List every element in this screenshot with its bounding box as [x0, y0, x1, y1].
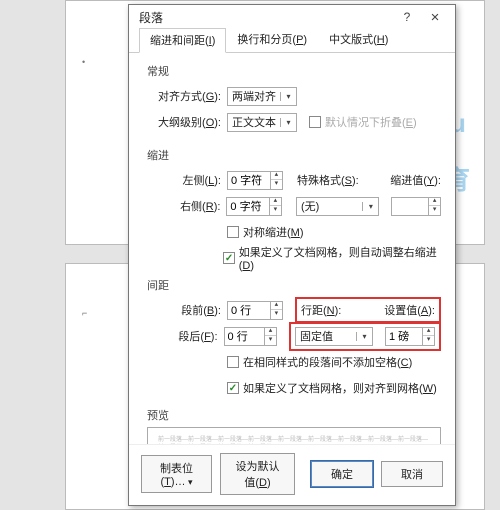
indent-right-label: 右侧(R): — [147, 198, 220, 214]
spin-up-icon[interactable]: ▴ — [271, 301, 282, 310]
spin-down-icon[interactable]: ▾ — [270, 206, 281, 215]
chevron-down-icon: ▾ — [362, 202, 378, 211]
snap-to-grid-checkbox[interactable]: 如果定义了文档网格，则对齐到网格(W) — [227, 380, 437, 396]
line-spacing-label: 行距(N): — [301, 302, 349, 318]
chevron-down-icon: ▾ — [356, 332, 372, 341]
line-spacing-highlight: 行距(N): 设置值(A): — [295, 297, 441, 323]
spin-up-icon[interactable]: ▴ — [429, 197, 440, 206]
special-combo[interactable]: (无)▾ — [296, 197, 379, 216]
close-button[interactable]: × — [421, 9, 449, 26]
section-spacing: 间距 — [147, 277, 441, 293]
spin-down-icon[interactable]: ▾ — [271, 310, 282, 319]
spin-down-icon[interactable]: ▾ — [429, 206, 440, 215]
ok-button[interactable]: 确定 — [311, 461, 373, 487]
tab-strip: 缩进和间距(I) 换行和分页(P) 中文版式(H) — [129, 29, 455, 53]
chevron-down-icon: ▾ — [280, 92, 296, 101]
collapse-checkbox: 默认情况下折叠(E) — [309, 114, 417, 130]
mirror-indent-checkbox[interactable]: 对称缩进(M) — [227, 224, 304, 240]
spin-up-icon[interactable]: ▴ — [270, 197, 281, 206]
space-after-label: 段后(F): — [147, 328, 218, 344]
para-mark: • — [82, 57, 85, 67]
help-button[interactable]: ? — [393, 10, 421, 24]
chevron-down-icon: ▾ — [280, 118, 296, 127]
outline-combo[interactable]: 正文文本▾ — [227, 113, 297, 132]
spin-down-icon[interactable]: ▾ — [271, 180, 282, 189]
tab-asian-typography[interactable]: 中文版式(H) — [318, 27, 399, 52]
space-before-spinner[interactable]: ▴▾ — [227, 301, 283, 320]
no-space-same-style-checkbox[interactable]: 在相同样式的段落间不添加空格(C) — [227, 354, 412, 370]
paragraph-dialog: 段落 ? × 缩进和间距(I) 换行和分页(P) 中文版式(H) 常规 对齐方式… — [128, 4, 456, 506]
indent-right-spinner[interactable]: ▴▾ — [226, 197, 282, 216]
cancel-button[interactable]: 取消 — [381, 461, 443, 487]
indent-left-label: 左侧(L): — [147, 172, 221, 188]
tab-line-page-breaks[interactable]: 换行和分页(P) — [226, 27, 318, 52]
dialog-button-row: 制表位(T)… 设为默认值(D) 确定 取消 — [129, 444, 455, 505]
line-spacing-highlight-row2: 固定值▾ ▴▾ — [289, 322, 441, 351]
preview-box: 前一段落—前一段落—前一段落—前一段落—前一段落—前一段落—前一段落—前一段落—… — [147, 427, 441, 444]
auto-adjust-right-indent-checkbox[interactable]: 如果定义了文档网格，则自动调整右缩进(D) — [223, 244, 441, 272]
at-label: 设置值(A): — [377, 302, 435, 318]
tabs-button[interactable]: 制表位(T)… — [141, 455, 212, 493]
space-after-spinner[interactable]: ▴▾ — [224, 327, 277, 346]
alignment-combo[interactable]: 两端对齐▾ — [227, 87, 297, 106]
titlebar: 段落 ? × — [129, 5, 455, 29]
section-general: 常规 — [147, 63, 441, 79]
tab-indent-spacing[interactable]: 缩进和间距(I) — [139, 28, 226, 53]
spin-down-icon[interactable]: ▾ — [423, 336, 434, 345]
dialog-title: 段落 — [139, 9, 393, 26]
section-preview: 预览 — [147, 407, 441, 423]
outline-label: 大纲级别(O): — [147, 114, 221, 130]
indent-left-spinner[interactable]: ▴▾ — [227, 171, 283, 190]
at-spinner[interactable]: ▴▾ — [385, 327, 435, 346]
special-label: 特殊格式(S): — [297, 172, 361, 188]
spin-up-icon[interactable]: ▴ — [423, 327, 434, 336]
set-default-button[interactable]: 设为默认值(D) — [220, 453, 295, 495]
indent-by-label: 缩进值(Y): — [377, 172, 441, 188]
spin-up-icon[interactable]: ▴ — [271, 171, 282, 180]
spin-down-icon[interactable]: ▾ — [265, 336, 276, 345]
section-indent: 缩进 — [147, 147, 441, 163]
spin-up-icon[interactable]: ▴ — [265, 327, 276, 336]
line-spacing-combo[interactable]: 固定值▾ — [295, 327, 373, 346]
corner-mark: ⌐ — [82, 308, 87, 318]
space-before-label: 段前(B): — [147, 302, 221, 318]
indent-by-spinner[interactable]: ▴▾ — [391, 197, 441, 216]
alignment-label: 对齐方式(G): — [147, 88, 221, 104]
